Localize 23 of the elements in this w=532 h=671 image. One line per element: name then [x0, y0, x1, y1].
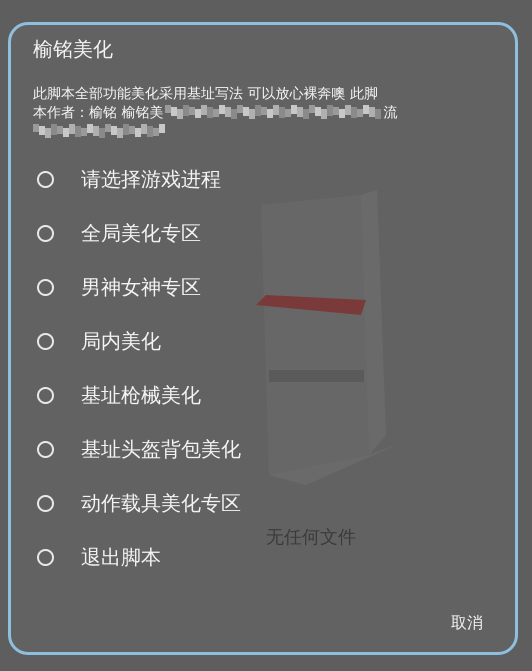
radio-button[interactable]: [37, 170, 54, 188]
radio-button[interactable]: [37, 548, 54, 566]
radio-button[interactable]: [37, 494, 54, 512]
radio-button[interactable]: [37, 278, 54, 296]
pixelated-redaction-icon: [33, 124, 165, 138]
radio-button[interactable]: [37, 440, 54, 458]
radio-button[interactable]: [37, 332, 54, 350]
radio-option[interactable]: 动作载具美化专区: [33, 476, 241, 530]
radio-option[interactable]: 全局美化专区: [33, 206, 201, 260]
radio-button[interactable]: [37, 224, 54, 242]
radio-option[interactable]: 男神女神专区: [33, 260, 201, 314]
radio-option[interactable]: 基址头盔背包美化: [33, 422, 241, 476]
dialog-title: 榆铭美化: [33, 36, 114, 63]
radio-option[interactable]: 基址枪械美化: [33, 368, 201, 422]
dialog-message: 此脚本全部功能美化采用基址写法 可以放心裸奔噢 此脚: [33, 86, 378, 102]
dialog-message: 流: [383, 105, 398, 121]
radio-option[interactable]: 退出脚本: [33, 530, 161, 584]
radio-option[interactable]: 请选择游戏进程: [33, 152, 221, 206]
radio-button[interactable]: [37, 386, 54, 404]
cancel-button[interactable]: 取消: [449, 609, 485, 638]
dialog-message: 本作者：榆铭 榆铭美: [33, 105, 164, 121]
pixelated-redaction-icon: [165, 105, 382, 119]
radio-option[interactable]: 局内美化: [33, 314, 161, 368]
